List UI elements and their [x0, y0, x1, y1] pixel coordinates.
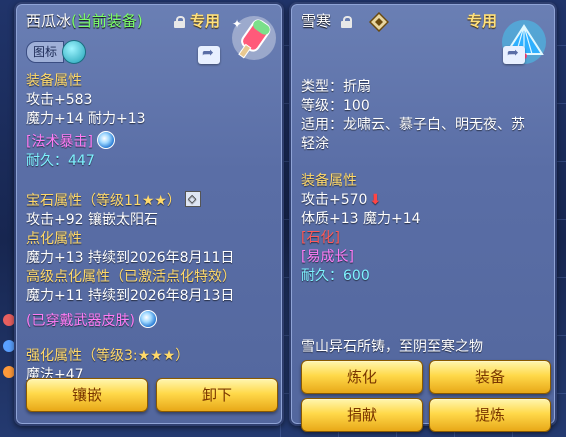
adv-refine-header: 高级点化属性（已激活点化特效）: [26, 269, 236, 285]
equipped-tag: (当前装备): [71, 12, 143, 30]
share-icon[interactable]: [198, 45, 220, 64]
share-icon[interactable]: [503, 45, 525, 64]
grow-tag: [易成长]: [301, 249, 354, 265]
attr-line: 攻击+583: [26, 92, 93, 108]
stats-line: 体质+13 魔力+14: [301, 211, 421, 227]
item-title: 西瓜冰(当前装备): [26, 10, 143, 31]
unequip-button[interactable]: 卸下: [156, 378, 278, 412]
durability-value: 耐久：600: [301, 268, 370, 284]
level-line: 等级：100: [301, 98, 370, 114]
item-description: 雪山异石所铸，至阴至寒之物: [301, 339, 483, 355]
icon-toggle-switch[interactable]: [62, 40, 86, 64]
gem-icon[interactable]: [184, 189, 201, 208]
icon-toggle-label[interactable]: 图标: [26, 41, 64, 63]
diamond-badge-icon: [369, 12, 389, 32]
item-name: 雪寒: [301, 12, 332, 30]
special-label: 专用: [467, 12, 498, 30]
usable-line: 适用：龙啸云、慕子白、明无夜、苏: [301, 117, 525, 133]
donate-button[interactable]: 捐献: [301, 398, 423, 432]
item-name: 西瓜冰: [26, 12, 72, 30]
item-title: 雪寒: [301, 10, 331, 31]
attack-line: 攻击+570: [301, 192, 368, 208]
compare-item-details: 类型：折扇 等级：100 适用：龙啸云、慕子白、明无夜、苏 轻涂 装备属性 攻击…: [301, 78, 525, 286]
equip-button[interactable]: 装备: [429, 360, 551, 394]
equipped-item-tooltip: 西瓜冰(当前装备) 专用 ✦ 图标 装备属性 攻击+583 魔力+14 耐力+1…: [14, 2, 284, 426]
down-arrow-icon: ⬇: [369, 192, 382, 208]
popsicle-item-icon: ✦: [232, 16, 276, 60]
refine-header: 点化属性: [26, 231, 82, 247]
gem-line: 攻击+92 镶嵌太阳石: [26, 212, 158, 228]
petrify-tag: [石化]: [301, 230, 340, 246]
lock-icon[interactable]: [174, 16, 185, 28]
adv-refine-line: 魔力+11 持续到2026年8月13日: [26, 288, 235, 304]
refine-line: 魔力+13 持续到2026年8月11日: [26, 250, 235, 266]
svg-text:✦: ✦: [232, 17, 242, 31]
type-line: 类型：折扇: [301, 79, 371, 95]
extract-button[interactable]: 提炼: [429, 398, 551, 432]
swirl-icon[interactable]: [138, 310, 157, 328]
durability-value: 耐久：447: [26, 153, 95, 169]
attr-line: 魔力+14 耐力+13: [26, 111, 146, 127]
skill-label: [法术暴击]: [26, 134, 93, 150]
gem-header: 宝石属性（等级11★★）: [26, 193, 181, 209]
swirl-icon[interactable]: [96, 131, 115, 149]
inlay-button[interactable]: 镶嵌: [26, 378, 148, 412]
equip-attr-header: 装备属性: [301, 173, 357, 189]
usable-line-cont: 轻涂: [301, 136, 329, 152]
equip-attr-header: 装备属性: [26, 73, 82, 89]
compare-item-tooltip: 雪寒 专用 类型：折扇 等级：100 适用：龙啸云、慕子白、明无夜、苏 轻涂 装…: [289, 2, 557, 432]
skin-label: (已穿戴武器皮肤): [26, 313, 135, 329]
lock-icon[interactable]: [341, 16, 352, 28]
strengthen-header: 强化属性（等级3:★★★）: [26, 348, 190, 364]
refine-button[interactable]: 炼化: [301, 360, 423, 394]
special-label: 专用: [190, 12, 221, 30]
equipped-item-details: 装备属性 攻击+583 魔力+14 耐力+13 [法术暴击] 耐久：447 宝石…: [26, 72, 236, 385]
